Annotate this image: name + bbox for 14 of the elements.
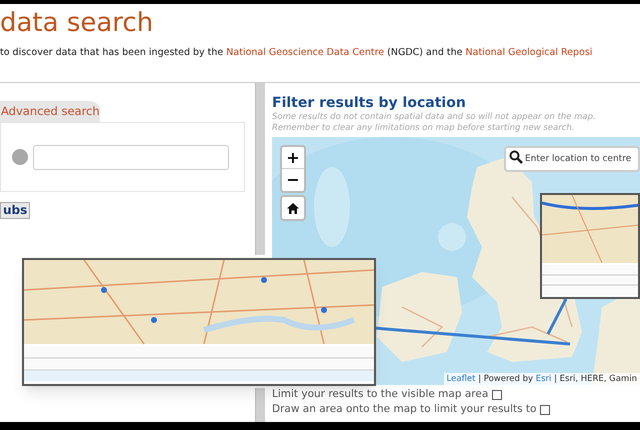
checkbox[interactable] (492, 390, 502, 400)
intro-text: to discover data that has been ingested by the National Geoscience Data Centre (NGDC) and the National Geological Reposi (0, 46, 594, 60)
option-label: Limit your results to the visible map area (272, 387, 488, 402)
note-text: Some results do not contain spatial data and so will not appear on the map. (272, 112, 597, 124)
option-label: Draw an area onto the map to limit your results to (272, 402, 536, 418)
note-text: Remember to clear any limitations on map before starting new search. (272, 123, 576, 134)
search-field[interactable] (33, 144, 229, 170)
info-icon (12, 149, 28, 166)
checkbox[interactable] (540, 404, 550, 415)
splitter[interactable] (255, 388, 265, 424)
page-title: data search (0, 8, 154, 38)
search-button[interactable]: ubs (0, 202, 30, 220)
tab[interactable]: Advanced search (0, 101, 100, 122)
section-heading: Filter results by location (272, 95, 467, 112)
